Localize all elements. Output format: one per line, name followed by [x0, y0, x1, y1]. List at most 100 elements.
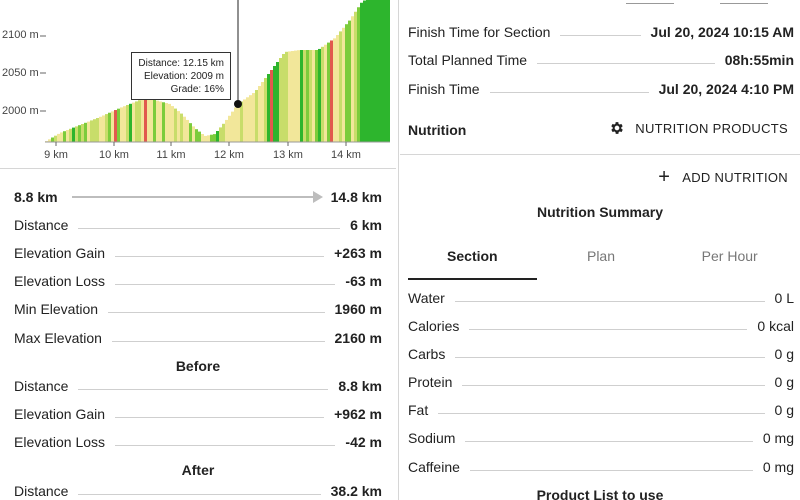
stat-value: 1960 m	[334, 301, 382, 317]
nutrient-label: Fat	[408, 402, 429, 418]
nutrient-value: 0 mg	[762, 459, 794, 475]
profile-segment	[210, 134, 213, 142]
profile-segment	[93, 119, 96, 142]
profile-segment	[51, 137, 54, 142]
profile-segment	[333, 38, 336, 143]
tab-per-hour[interactable]: Per Hour	[665, 238, 794, 280]
stat-row-min-elevation: Min Elevation 1960 m	[14, 299, 382, 319]
profile-segment	[207, 135, 210, 142]
stat-value: 6 km	[350, 217, 382, 233]
profile-segment	[306, 50, 309, 142]
tooltip-elevation: Elevation: 2009 m	[143, 71, 224, 82]
profile-segment	[129, 103, 132, 142]
profile-segment	[219, 127, 222, 142]
nutrition-tabs: Section Plan Per Hour	[408, 238, 794, 280]
profile-segment	[363, 0, 366, 142]
profile-segment	[384, 0, 387, 142]
profile-segment	[198, 131, 201, 142]
profile-segment	[237, 103, 240, 142]
nutrient-label: Caffeine	[408, 459, 460, 475]
profile-segment	[297, 50, 300, 143]
add-nutrition-button[interactable]: + ADD NUTRITION	[658, 166, 788, 188]
profile-segment	[351, 16, 354, 142]
profile-segment	[57, 133, 60, 142]
profile-segment	[327, 42, 330, 142]
nutrient-row-calories: Calories 0 kcal	[408, 316, 794, 336]
elevation-profile-chart[interactable]: 2100 m 2050 m 2000 m 9 km 10 km 11 km 12…	[0, 0, 396, 168]
profile-segment	[261, 82, 264, 142]
input-underline	[626, 0, 674, 4]
tab-section[interactable]: Section	[408, 238, 537, 280]
profile-segment	[324, 44, 327, 142]
before-row-elevation-gain: Elevation Gain +962 m	[14, 404, 382, 424]
profile-segment	[75, 126, 78, 142]
profile-segment	[105, 114, 108, 142]
profile-segment	[72, 127, 75, 142]
x-tick-label: 9 km	[44, 149, 68, 161]
profile-segment	[330, 40, 333, 142]
nutrient-row-fat: Fat 0 g	[408, 400, 794, 420]
profile-segment	[381, 0, 384, 142]
profile-segment	[243, 99, 246, 142]
nutrient-label: Calories	[408, 318, 460, 334]
nutrient-row-sodium: Sodium 0 mg	[408, 428, 794, 448]
profile-segment	[60, 132, 63, 142]
stat-label: Elevation Gain	[14, 406, 106, 422]
profile-segment	[234, 107, 237, 142]
finish-time-section-row: Finish Time for Section Jul 20, 2024 10:…	[408, 22, 794, 42]
profile-segment	[378, 0, 381, 142]
profile-segment	[66, 130, 69, 142]
profile-segment	[168, 103, 171, 142]
profile-segment	[69, 128, 72, 142]
profile-segment	[123, 106, 126, 142]
timing-label: Finish Time	[408, 81, 480, 97]
nutrition-summary-title: Nutrition Summary	[536, 204, 663, 220]
before-heading: Before	[175, 358, 221, 374]
profile-segment	[138, 100, 141, 142]
profile-segment	[258, 86, 261, 142]
profile-segment	[291, 51, 294, 142]
profile-segment	[375, 0, 378, 142]
timing-value: 08h:55min	[724, 52, 794, 68]
profile-segment	[345, 24, 348, 143]
profile-segment	[144, 100, 147, 142]
cursor-marker	[234, 100, 242, 108]
profile-segment	[78, 125, 81, 142]
x-tick-label: 10 km	[99, 149, 129, 161]
profile-segment	[135, 101, 138, 142]
timing-label: Finish Time for Section	[408, 24, 551, 40]
tooltip-grade: Grade: 16%	[170, 84, 224, 95]
gear-icon	[611, 122, 624, 134]
stat-label: Min Elevation	[14, 301, 99, 317]
profile-segment	[285, 51, 288, 142]
profile-segment	[354, 11, 357, 142]
x-tick-label: 12 km	[214, 149, 244, 161]
timing-label: Total Planned Time	[408, 52, 528, 68]
nutrition-products-button[interactable]: NUTRITION PRODUCTS	[609, 120, 788, 136]
profile-segment	[342, 27, 345, 142]
profile-segment	[279, 58, 282, 142]
section-range: 8.8 km 14.8 km	[14, 187, 382, 207]
range-end: 14.8 km	[330, 189, 382, 205]
profile-segment	[228, 115, 231, 142]
arrow-right-icon	[71, 191, 323, 203]
nutrition-products-label: NUTRITION PRODUCTS	[635, 120, 788, 136]
plus-icon: +	[658, 166, 671, 188]
tab-plan[interactable]: Plan	[537, 238, 666, 280]
profile-segment	[126, 105, 129, 142]
profile-segment	[309, 50, 312, 142]
timing-value: Jul 20, 2024 4:10 PM	[658, 81, 794, 97]
profile-segment	[156, 100, 159, 142]
nutrient-value: 0 mg	[762, 430, 794, 446]
nutrient-value: 0 g	[774, 346, 794, 362]
profile-segment	[81, 124, 84, 142]
profile-segment	[276, 62, 279, 142]
product-list-title: Product List to use	[536, 487, 664, 500]
profile-segment	[132, 102, 135, 142]
profile-segment	[312, 50, 315, 142]
stat-label: Elevation Loss	[14, 273, 106, 289]
stat-value: 2160 m	[334, 330, 382, 346]
profile-segment	[294, 50, 297, 142]
tooltip-distance: Distance: 12.15 km	[138, 58, 224, 69]
profile-segment	[153, 100, 156, 142]
